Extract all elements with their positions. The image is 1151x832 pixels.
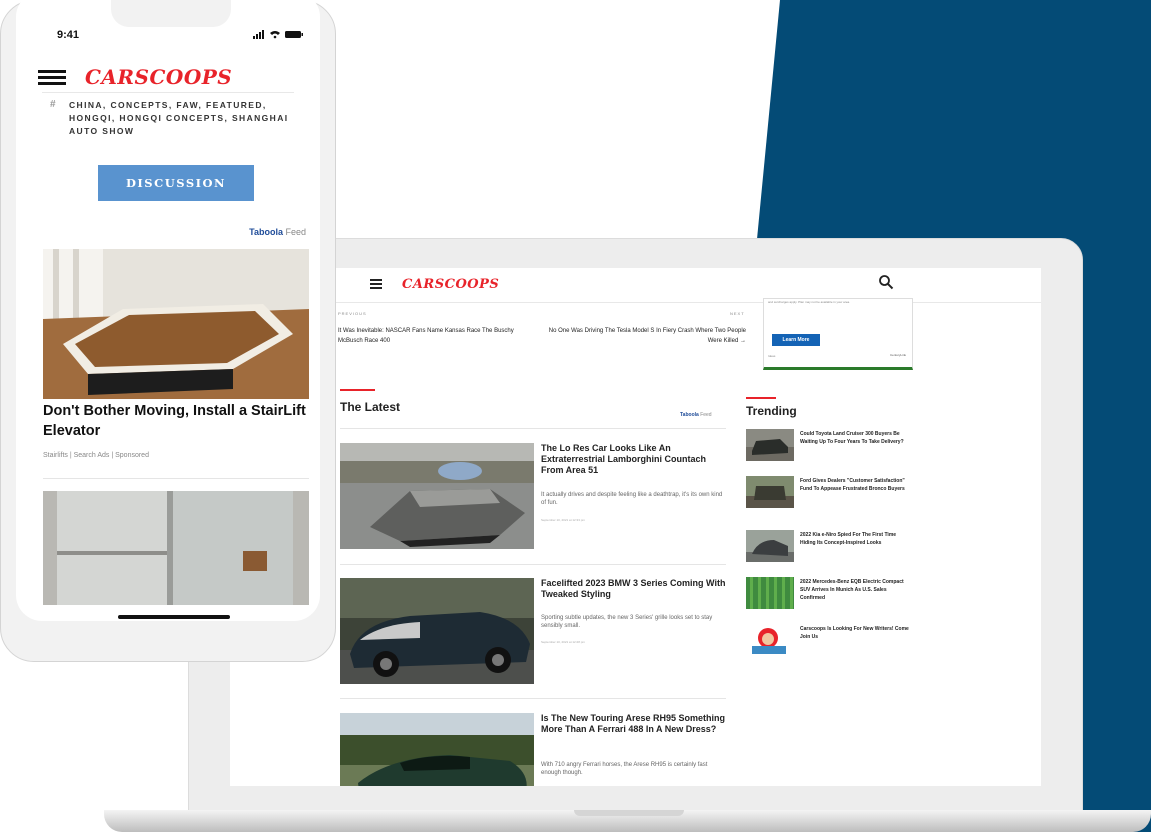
article-title[interactable]: Facelifted 2023 BMW 3 Series Coming With… xyxy=(541,578,726,600)
ad-fine-print: and surcharges apply. Plan may not be av… xyxy=(768,300,850,304)
taboola-feed-label: Taboola Feed xyxy=(249,227,306,237)
phone-frame: 9:41 CARSCOOPS # CHINA, CONCEPTS, FAW, F… xyxy=(0,0,336,662)
trending-title[interactable]: 2022 Mercedes-Benz EQB Electric Compact … xyxy=(800,578,912,602)
taboola-feed-label: Taboola Feed xyxy=(680,412,712,418)
status-bar: 9:41 xyxy=(16,0,320,43)
trending-title[interactable]: Ford Gives Dealers "Customer Satisfactio… xyxy=(800,477,912,493)
search-icon[interactable] xyxy=(878,274,894,290)
article-card[interactable]: Facelifted 2023 BMW 3 Series Coming With… xyxy=(340,578,726,686)
trending-item[interactable]: 2022 Kia e-Niro Spied For The First Time… xyxy=(746,530,916,566)
next-article-link[interactable]: No One Was Driving The Tesla Model S In … xyxy=(546,326,746,346)
article-description: With 710 angry Ferrari horses, the Arese… xyxy=(541,762,708,776)
article-tags[interactable]: CHINA, CONCEPTS, FAW, FEATURED, HONGQI, … xyxy=(69,99,309,138)
site-logo[interactable]: CARSCOOPS xyxy=(402,277,499,292)
phone-screen: 9:41 CARSCOOPS # CHINA, CONCEPTS, FAW, F… xyxy=(16,0,320,621)
previous-label: PREVIOUS xyxy=(338,311,367,316)
trending-accent-bar xyxy=(746,397,776,399)
ad-headline[interactable]: Don't Bother Moving, Install a StairLift… xyxy=(43,401,309,441)
article-description: It actually drives and despite feeling l… xyxy=(541,492,723,506)
trending-heading: Trending xyxy=(746,404,797,418)
trending-title[interactable]: 2022 Kia e-Niro Spied For The First Time… xyxy=(800,531,912,547)
phone-notch xyxy=(111,0,231,27)
next-label: NEXT xyxy=(730,311,745,316)
trending-item[interactable]: Carscoops Is Looking For New Writers! Co… xyxy=(746,624,916,660)
status-icons xyxy=(253,30,303,39)
laptop-notch xyxy=(574,810,684,816)
feed-label: Feed xyxy=(285,227,306,237)
article-thumbnail[interactable] xyxy=(340,578,534,684)
article-thumbnail[interactable] xyxy=(340,443,534,549)
site-header: CARSCOOPS xyxy=(230,268,1041,303)
ad-sponsor: Stairlifts | Search Ads | Sponsored xyxy=(43,452,149,459)
ad-brand-logo: CenturyLink xyxy=(889,353,906,357)
article-description: Sporting subtle updates, the new 3 Serie… xyxy=(541,615,713,629)
discussion-button[interactable]: DISCUSSION xyxy=(98,165,254,201)
trending-item[interactable]: 2022 Mercedes-Benz EQB Electric Compact … xyxy=(746,577,916,613)
hamburger-menu-icon[interactable] xyxy=(370,279,382,289)
divider xyxy=(340,428,726,429)
article-date: September 10, 2021 at 12:28 pm xyxy=(541,640,585,644)
article-title[interactable]: The Lo Res Car Looks Like An Extraterres… xyxy=(541,443,726,476)
ad-thumbnail[interactable] xyxy=(43,491,309,605)
latest-heading: The Latest xyxy=(340,400,401,414)
trending-title[interactable]: Carscoops Is Looking For New Writers! Co… xyxy=(800,625,912,641)
divider xyxy=(340,564,726,565)
learn-more-button[interactable]: Learn More xyxy=(772,334,820,346)
trending-thumbnail[interactable] xyxy=(746,429,794,461)
laptop-screen: CARSCOOPS PREVIOUS It Was Inevitable: NA… xyxy=(230,268,1041,786)
latest-accent-bar xyxy=(340,389,375,391)
home-indicator xyxy=(118,615,230,619)
sidebar-ad: and surcharges apply. Plan may not be av… xyxy=(763,298,913,370)
trending-thumbnail[interactable] xyxy=(746,577,794,609)
article-card[interactable]: The Lo Res Car Looks Like An Extraterres… xyxy=(340,443,726,551)
trending-item[interactable]: Could Toyota Land Cruiser 300 Buyers Be … xyxy=(746,429,916,465)
article-thumbnail[interactable] xyxy=(340,713,534,786)
hashtag-icon: # xyxy=(50,99,56,110)
article-title[interactable]: Is The New Touring Arese RH95 Something … xyxy=(541,713,726,735)
feed-label: Feed xyxy=(700,412,712,418)
trending-thumbnail[interactable] xyxy=(746,530,794,562)
laptop-base xyxy=(104,810,1151,832)
taboola-brand: Taboola xyxy=(680,412,699,418)
divider xyxy=(43,478,309,479)
header-divider xyxy=(42,92,294,93)
trending-thumbnail[interactable] xyxy=(746,624,794,656)
status-time: 9:41 xyxy=(57,29,80,41)
previous-article-link[interactable]: It Was Inevitable: NASCAR Fans Name Kans… xyxy=(338,326,538,346)
article-card[interactable]: Is The New Touring Arese RH95 Something … xyxy=(340,713,726,786)
trending-title[interactable]: Could Toyota Land Cruiser 300 Buyers Be … xyxy=(800,430,912,446)
ad-caption: Ideas xyxy=(768,354,776,358)
article-date: September 10, 2021 at 12:33 pm xyxy=(541,518,585,522)
trending-thumbnail[interactable] xyxy=(746,476,794,508)
divider xyxy=(340,698,726,699)
taboola-brand: Taboola xyxy=(249,227,283,237)
site-logo[interactable]: CARSCOOPS xyxy=(85,65,232,89)
ad-thumbnail[interactable] xyxy=(43,249,309,399)
trending-item[interactable]: Ford Gives Dealers "Customer Satisfactio… xyxy=(746,476,916,512)
hamburger-menu-icon[interactable] xyxy=(38,70,66,86)
